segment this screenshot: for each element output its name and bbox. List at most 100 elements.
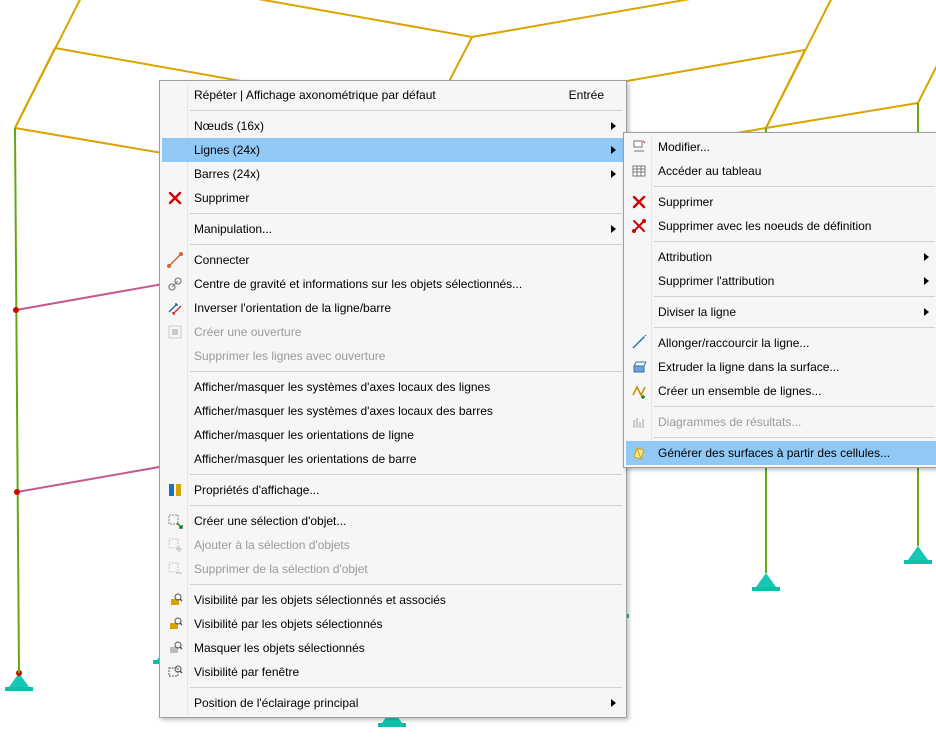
menu-toggle-line-axes[interactable]: Afficher/masquer les systèmes d'axes loc…: [162, 375, 624, 399]
menu-item-label: Visibilité par les objets sélectionnés: [188, 617, 624, 631]
menu-item-label: Supprimer: [188, 191, 624, 205]
menu-lighting-position[interactable]: Position de l'éclairage principal: [162, 691, 624, 715]
menu-visibility-assoc[interactable]: Visibilité par les objets sélectionnés e…: [162, 588, 624, 612]
menu-delete-opening-lines: Supprimer les lignes avec ouverture: [162, 344, 624, 368]
submenu-generate-surfaces[interactable]: Générer des surfaces à partir des cellul…: [626, 441, 936, 465]
menu-item-label: Ajouter à la sélection d'objets: [188, 538, 624, 552]
submenu-arrow-icon: [611, 146, 616, 154]
menu-lines[interactable]: Lignes (24x): [162, 138, 624, 162]
submenu-delete-with-nodes[interactable]: Supprimer avec les noeuds de définition: [626, 214, 936, 238]
extend-line-icon: [626, 331, 652, 355]
table-icon: [626, 159, 652, 183]
menu-item-label: Masquer les objets sélectionnés: [188, 641, 624, 655]
submenu-goto-table[interactable]: Accéder au tableau: [626, 159, 936, 183]
menu-item-label: Visibilité par les objets sélectionnés e…: [188, 593, 624, 607]
menu-connect[interactable]: Connecter: [162, 248, 624, 272]
menu-visibility-selected[interactable]: Visibilité par les objets sélectionnés: [162, 612, 624, 636]
menu-item-label: Supprimer les lignes avec ouverture: [188, 349, 624, 363]
menu-item-label: Lignes (24x): [188, 143, 624, 157]
menu-item-label: Diviser la ligne: [652, 305, 936, 319]
menu-display-properties[interactable]: Propriétés d'affichage...: [162, 478, 624, 502]
submenu-arrow-icon: [924, 277, 929, 285]
menu-item-label: Visibilité par fenêtre: [188, 665, 624, 679]
menu-item-label: Propriétés d'affichage...: [188, 483, 624, 497]
menu-item-label: Extruder la ligne dans la surface...: [652, 360, 936, 374]
submenu-delete[interactable]: Supprimer: [626, 190, 936, 214]
menu-center-of-gravity[interactable]: Centre de gravité et informations sur le…: [162, 272, 624, 296]
menu-toggle-member-axes[interactable]: Afficher/masquer les systèmes d'axes loc…: [162, 399, 624, 423]
visibility-assoc-icon: [162, 588, 188, 612]
selection-new-icon: [162, 509, 188, 533]
submenu-edit[interactable]: Modifier...: [626, 135, 936, 159]
menu-reverse-orientation[interactable]: Inverser l'orientation de la ligne/barre: [162, 296, 624, 320]
menu-item-label: Connecter: [188, 253, 624, 267]
submenu-arrow-icon: [611, 122, 616, 130]
submenu-delete-attribution[interactable]: Supprimer l'attribution: [626, 269, 936, 293]
generate-surfaces-icon: [626, 441, 652, 465]
menu-delete[interactable]: Supprimer: [162, 186, 624, 210]
submenu-arrow-icon: [611, 699, 616, 707]
menu-item-label: Inverser l'orientation de la ligne/barre: [188, 301, 624, 315]
extrude-icon: [626, 355, 652, 379]
nodes: [13, 281, 168, 495]
menu-item-label: Répéter | Affichage axonométrique par dé…: [188, 88, 569, 102]
menu-item-label: Modifier...: [652, 140, 936, 154]
menu-item-label: Barres (24x): [188, 167, 624, 181]
menu-item-label: Position de l'éclairage principal: [188, 696, 624, 710]
visibility-window-icon: [162, 660, 188, 684]
hide-selected-icon: [162, 636, 188, 660]
connect-icon: [162, 248, 188, 272]
context-menu: Répéter | Affichage axonométrique par dé…: [159, 80, 627, 718]
menu-create-opening: Créer une ouverture: [162, 320, 624, 344]
menu-create-object-selection[interactable]: Créer une sélection d'objet...: [162, 509, 624, 533]
menu-visibility-window[interactable]: Visibilité par fenêtre: [162, 660, 624, 684]
menu-item-label: Créer une ouverture: [188, 325, 624, 339]
diagram-icon: [626, 410, 652, 434]
submenu-create-line-set[interactable]: Créer un ensemble de lignes...: [626, 379, 936, 403]
menu-hide-selected[interactable]: Masquer les objets sélectionnés: [162, 636, 624, 660]
menu-item-label: Supprimer de la sélection d'objet: [188, 562, 624, 576]
menu-manipulation[interactable]: Manipulation...: [162, 217, 624, 241]
menu-members[interactable]: Barres (24x): [162, 162, 624, 186]
submenu-arrow-icon: [924, 308, 929, 316]
menu-item-label: Créer une sélection d'objet...: [188, 514, 624, 528]
menu-item-label: Allonger/raccourcir la ligne...: [652, 336, 936, 350]
delete-with-nodes-icon: [626, 214, 652, 238]
menu-nodes[interactable]: Nœuds (16x): [162, 114, 624, 138]
reverse-orientation-icon: [162, 296, 188, 320]
menu-add-to-selection: Ajouter à la sélection d'objets: [162, 533, 624, 557]
menu-item-label: Supprimer: [652, 195, 936, 209]
display-properties-icon: [162, 478, 188, 502]
menu-remove-from-selection: Supprimer de la sélection d'objet: [162, 557, 624, 581]
menu-repeat[interactable]: Répéter | Affichage axonométrique par dé…: [162, 83, 624, 107]
menu-item-label: Afficher/masquer les systèmes d'axes loc…: [188, 404, 624, 418]
menu-item-label: Créer un ensemble de lignes...: [652, 384, 936, 398]
selection-add-icon: [162, 533, 188, 557]
center-of-gravity-icon: [162, 272, 188, 296]
delete-icon: [162, 186, 188, 210]
edit-icon: [626, 135, 652, 159]
menu-item-label: Supprimer l'attribution: [652, 274, 936, 288]
menu-item-label: Supprimer avec les noeuds de définition: [652, 219, 936, 233]
menu-shortcut: Entrée: [569, 88, 624, 102]
submenu-result-diagrams: Diagrammes de résultats...: [626, 410, 936, 434]
selection-remove-icon: [162, 557, 188, 581]
opening-icon: [162, 320, 188, 344]
menu-toggle-line-orient[interactable]: Afficher/masquer les orientations de lig…: [162, 423, 624, 447]
submenu-attribution[interactable]: Attribution: [626, 245, 936, 269]
submenu-arrow-icon: [611, 170, 616, 178]
menu-item-label: Afficher/masquer les systèmes d'axes loc…: [188, 380, 624, 394]
submenu-extend-line[interactable]: Allonger/raccourcir la ligne...: [626, 331, 936, 355]
context-submenu-lines: Modifier... Accéder au tableau Supprimer…: [623, 132, 936, 468]
menu-item-label: Centre de gravité et informations sur le…: [188, 277, 624, 291]
submenu-arrow-icon: [611, 225, 616, 233]
menu-item-label: Diagrammes de résultats...: [652, 415, 936, 429]
visibility-selected-icon: [162, 612, 188, 636]
delete-icon: [626, 190, 652, 214]
menu-item-label: Accéder au tableau: [652, 164, 936, 178]
submenu-extrude-line[interactable]: Extruder la ligne dans la surface...: [626, 355, 936, 379]
menu-item-label: Afficher/masquer les orientations de bar…: [188, 452, 624, 466]
submenu-split-line[interactable]: Diviser la ligne: [626, 300, 936, 324]
menu-item-label: Nœuds (16x): [188, 119, 624, 133]
menu-toggle-member-orient[interactable]: Afficher/masquer les orientations de bar…: [162, 447, 624, 471]
